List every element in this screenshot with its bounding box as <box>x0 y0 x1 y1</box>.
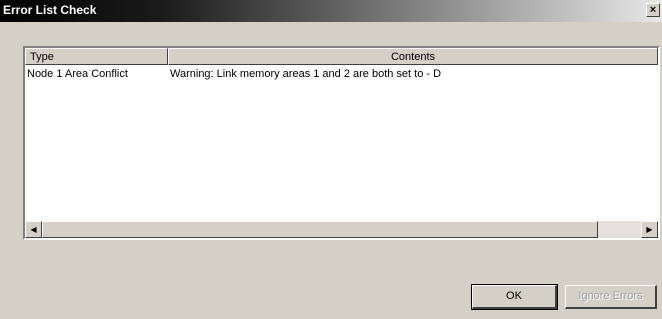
column-header-type[interactable]: Type <box>25 48 168 65</box>
column-header-contents[interactable]: Contents <box>168 48 658 65</box>
list-header: Type Contents <box>25 48 658 65</box>
error-list[interactable]: Type Contents Node 1 Area Conflict Warni… <box>23 46 660 240</box>
ok-button[interactable]: OK <box>471 284 558 310</box>
row-type: Node 1 Area Conflict <box>27 68 128 80</box>
row-contents: Warning: Link memory areas 1 and 2 are b… <box>170 68 442 80</box>
window-title: Error List Check <box>3 3 97 17</box>
scroll-left-icon[interactable]: ◀ <box>25 221 42 238</box>
scroll-right-icon[interactable]: ▶ <box>641 221 658 238</box>
ignore-errors-button[interactable]: Ignore Errors <box>565 285 657 309</box>
scroll-thumb[interactable] <box>42 221 598 238</box>
horizontal-scrollbar[interactable]: ◀ ▶ <box>25 221 658 238</box>
close-icon[interactable]: × <box>646 3 660 17</box>
error-list-check-dialog: Error List Check × Type Contents Node 1 … <box>0 0 662 319</box>
title-bar[interactable]: Error List Check × <box>0 0 662 22</box>
list-row[interactable]: Node 1 Area Conflict Warning: Link memor… <box>25 68 658 83</box>
